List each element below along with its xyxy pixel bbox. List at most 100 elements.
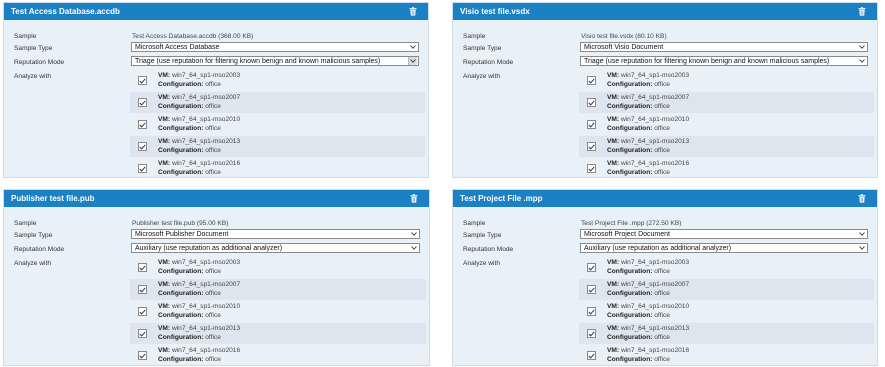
sample-type-label: Sample Type <box>14 232 53 239</box>
vm-prefix: VM: <box>158 160 171 167</box>
sample-type-select[interactable]: Microsoft Publisher Document <box>131 229 420 239</box>
config-line: Configuration: office <box>607 103 689 112</box>
vm-line: VM: win7_64_sp1-mso2013 <box>607 325 689 334</box>
vm-line: VM: win7_64_sp1-mso2007 <box>607 281 689 290</box>
config-line: Configuration: office <box>158 81 240 90</box>
vm-line: VM: win7_64_sp1-mso2010 <box>158 303 240 312</box>
vm-line: VM: win7_64_sp1-mso2013 <box>158 138 240 147</box>
sample-type-value: Microsoft Project Document <box>584 230 670 238</box>
config-line: Configuration: office <box>607 268 689 277</box>
sample-panel: Visio test file.vsdx Sample Visio test fil… <box>452 2 878 178</box>
analyze-with-label: Analyze with <box>14 260 52 267</box>
panel-title: Publisher test file.pub <box>11 194 95 203</box>
sample-label: Sample <box>463 220 486 227</box>
trash-icon[interactable] <box>857 6 867 17</box>
vm-line: VM: win7_64_sp1-mso2003 <box>158 259 240 268</box>
trash-icon[interactable] <box>857 193 867 204</box>
vm-checkbox[interactable] <box>587 285 596 294</box>
reputation-mode-label: Reputation Mode <box>463 59 514 66</box>
reputation-mode-select[interactable]: Triage (use reputation for filtering kno… <box>580 56 868 66</box>
config-prefix: Configuration: <box>158 267 204 275</box>
vm-name: win7_64_sp1-mso2016 <box>620 347 690 354</box>
chevron-down-icon <box>857 57 866 65</box>
vm-checkbox[interactable] <box>138 120 147 129</box>
vm-checkbox[interactable] <box>138 98 147 107</box>
reputation-mode-value: Triage (use reputation for filtering kno… <box>584 57 830 65</box>
reputation-mode-value: Auxiliary (use reputation as additional … <box>135 244 283 252</box>
vm-line: VM: win7_64_sp1-mso2010 <box>607 116 689 125</box>
vm-line: VM: win7_64_sp1-mso2007 <box>158 281 240 290</box>
vm-list-item: VM: win7_64_sp1-mso2013 Configuration: of… <box>130 323 426 344</box>
vm-name: win7_64_sp1-mso2003 <box>171 259 241 266</box>
vm-checkbox[interactable] <box>587 329 596 338</box>
vm-name: win7_64_sp1-mso2016 <box>620 160 690 167</box>
vm-checkbox[interactable] <box>138 307 147 316</box>
panel-title: Test Project File .mpp <box>460 194 543 203</box>
vm-list-item: VM: win7_64_sp1-mso2003 Configuration: of… <box>130 70 425 91</box>
config-value: office <box>205 146 221 154</box>
sample-panel: Test Access Database.accdb Sample Test Acc… <box>3 2 429 178</box>
reputation-mode-label: Reputation Mode <box>14 59 65 66</box>
trash-icon[interactable] <box>408 6 418 17</box>
sample-type-label: Sample Type <box>14 45 53 52</box>
vm-checkbox[interactable] <box>587 307 596 316</box>
config-prefix: Configuration: <box>158 289 204 297</box>
config-line: Configuration: office <box>607 125 689 134</box>
vm-prefix: VM: <box>158 347 171 354</box>
chevron-down-icon <box>408 57 417 65</box>
vm-name: win7_64_sp1-mso2016 <box>171 160 241 167</box>
vm-checkbox[interactable] <box>138 351 147 360</box>
vm-checkbox[interactable] <box>138 76 147 85</box>
config-prefix: Configuration: <box>607 146 653 154</box>
vm-checkbox[interactable] <box>138 164 147 173</box>
chevron-down-icon <box>857 230 866 238</box>
sample-type-select[interactable]: Microsoft Project Document <box>580 229 868 239</box>
checkmark-icon <box>588 144 595 150</box>
vm-checkbox[interactable] <box>138 142 147 151</box>
vm-checkbox[interactable] <box>138 285 147 294</box>
vm-list-item: VM: win7_64_sp1-mso2010 Configuration: of… <box>130 114 425 135</box>
reputation-mode-select[interactable]: Triage (use reputation for filtering kno… <box>131 56 419 66</box>
vm-list-item: VM: win7_64_sp1-mso2003 Configuration: of… <box>130 257 426 278</box>
vm-checkbox[interactable] <box>587 351 596 360</box>
sample-type-select[interactable]: Microsoft Access Database <box>131 42 419 52</box>
reputation-mode-select[interactable]: Auxiliary (use reputation as additional … <box>580 243 868 253</box>
vm-name: win7_64_sp1-mso2007 <box>620 94 690 101</box>
config-line: Configuration: office <box>158 312 240 321</box>
config-line: Configuration: office <box>607 169 689 178</box>
config-value: office <box>205 355 221 363</box>
vm-checkbox[interactable] <box>587 120 596 129</box>
config-line: Configuration: office <box>158 334 240 343</box>
vm-prefix: VM: <box>607 281 620 288</box>
config-prefix: Configuration: <box>607 102 653 110</box>
vm-name: win7_64_sp1-mso2016 <box>171 347 241 354</box>
vm-line: VM: win7_64_sp1-mso2016 <box>607 160 689 169</box>
reputation-mode-label: Reputation Mode <box>14 246 65 253</box>
checkmark-icon <box>588 78 595 84</box>
trash-icon[interactable] <box>409 193 419 204</box>
vm-checkbox[interactable] <box>587 142 596 151</box>
config-line: Configuration: office <box>158 356 240 365</box>
reputation-mode-select[interactable]: Auxiliary (use reputation as additional … <box>131 243 420 253</box>
vm-line: VM: win7_64_sp1-mso2013 <box>158 325 240 334</box>
vm-checkbox[interactable] <box>138 329 147 338</box>
vm-checkbox[interactable] <box>587 164 596 173</box>
vm-details: VM: win7_64_sp1-mso2013 Configuration: of… <box>158 138 240 155</box>
vm-checkbox[interactable] <box>587 98 596 107</box>
config-line: Configuration: office <box>607 334 689 343</box>
vm-checkbox[interactable] <box>587 263 596 272</box>
sample-value: Visio test file.vsdx (80.10 KB) <box>581 33 667 40</box>
checkmark-icon <box>139 122 146 128</box>
vm-details: VM: win7_64_sp1-mso2013 Configuration: of… <box>158 325 240 342</box>
reputation-mode-value: Triage (use reputation for filtering kno… <box>135 57 381 65</box>
vm-checkbox[interactable] <box>138 263 147 272</box>
vm-prefix: VM: <box>607 325 620 332</box>
checkmark-icon <box>588 287 595 293</box>
vm-line: VM: win7_64_sp1-mso2007 <box>158 94 240 103</box>
checkmark-icon <box>588 331 595 337</box>
sample-type-select[interactable]: Microsoft Visio Document <box>580 42 868 52</box>
vm-details: VM: win7_64_sp1-mso2003 Configuration: of… <box>607 259 689 276</box>
vm-details: VM: win7_64_sp1-mso2010 Configuration: of… <box>607 116 689 133</box>
vm-checkbox[interactable] <box>587 76 596 85</box>
config-value: office <box>654 80 670 88</box>
